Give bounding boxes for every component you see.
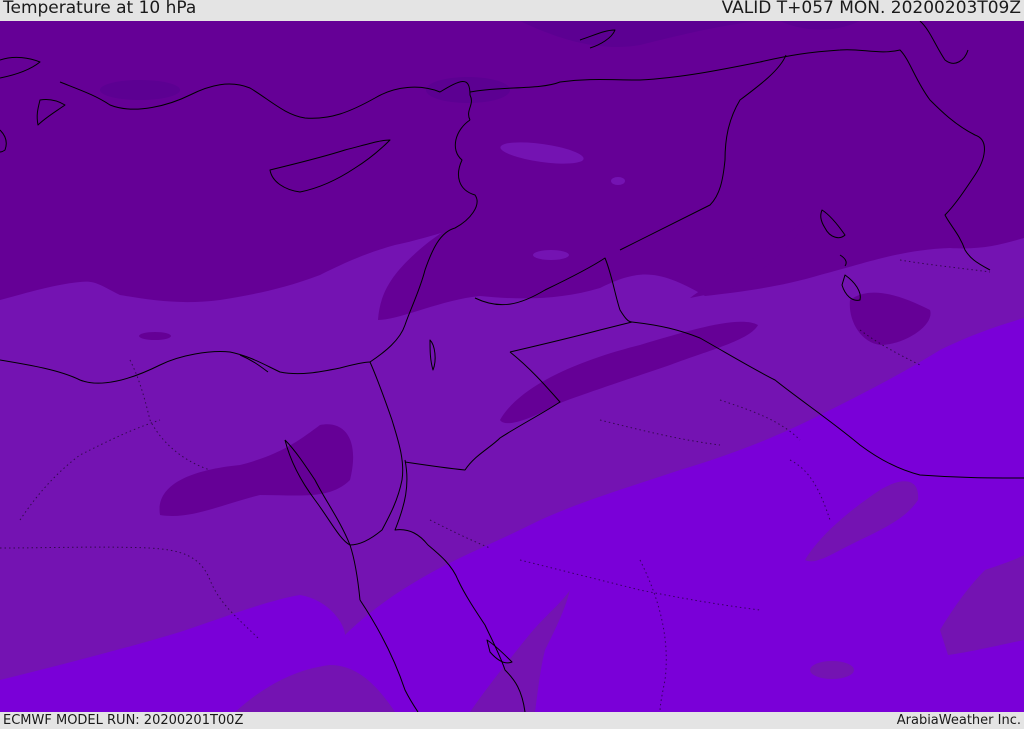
- map-title: Temperature at 10 hPa: [3, 0, 197, 18]
- valid-time: VALID T+057 MON. 20200203T09Z: [721, 0, 1021, 18]
- band-mid-south-5: [810, 661, 854, 679]
- band-coldest-west: [100, 80, 180, 100]
- model-run: ECMWF MODEL RUN: 20200201T00Z: [3, 713, 244, 728]
- credit: ArabiaWeather Inc.: [896, 713, 1021, 728]
- band-mid-patch-2: [611, 177, 625, 185]
- band-cold-small: [139, 332, 171, 340]
- header-bar: Temperature at 10 hPa VALID T+057 MON. 2…: [0, 0, 1024, 21]
- map-canvas: [0, 21, 1024, 712]
- map-viewer: Temperature at 10 hPa VALID T+057 MON. 2…: [0, 0, 1024, 729]
- band-coldest-levant: [426, 77, 510, 103]
- band-mid-patch-3: [533, 250, 569, 260]
- temperature-map[interactable]: [0, 21, 1024, 712]
- footer-bar: ECMWF MODEL RUN: 20200201T00Z ArabiaWeat…: [0, 712, 1024, 729]
